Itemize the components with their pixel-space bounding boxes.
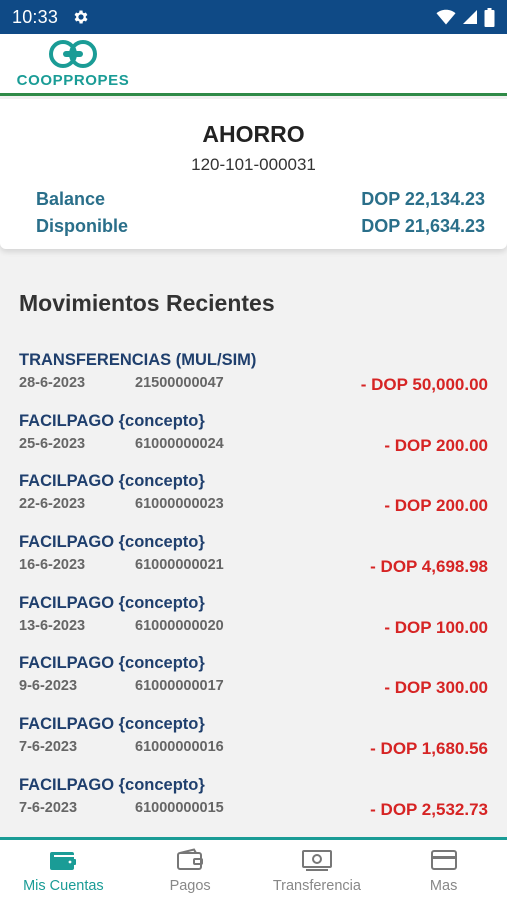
wallet-icon <box>50 852 77 870</box>
transaction-reference: 61000000020 <box>135 617 224 634</box>
nav-mis-cuentas[interactable]: Mis Cuentas <box>0 840 127 900</box>
transaction-amount: - DOP 1,680.56 <box>370 739 488 759</box>
nav-label: Mas <box>429 878 458 894</box>
nav-label: Pagos <box>169 878 211 894</box>
transaction-reference: 61000000024 <box>135 435 224 452</box>
logo-text: COOPPROPES <box>16 72 130 89</box>
nav-mas[interactable]: Mas <box>380 840 507 900</box>
transaction-date: 9-6-2023 <box>19 678 78 695</box>
transaction-amount: - DOP 200.00 <box>384 496 488 516</box>
transaction-amount: - DOP 4,698.98 <box>370 557 488 577</box>
transaction-reference: 61000000023 <box>135 496 224 513</box>
nav-pagos[interactable]: Pagos <box>127 840 254 900</box>
transaction-amount: - DOP 100.00 <box>384 617 488 637</box>
cell-signal-icon <box>463 10 477 24</box>
nav-label: Transferencia <box>272 878 361 894</box>
transaction-row[interactable]: FACILPAGO {concepto} 9-6-2023 6100000001… <box>0 653 507 714</box>
status-bar: 10:33 <box>0 0 507 34</box>
transaction-reference: 61000000015 <box>135 799 224 816</box>
app-header: COOPPROPES <box>0 34 507 96</box>
transaction-amount: - DOP 2,532.73 <box>370 799 488 819</box>
nav-transferencia[interactable]: Transferencia <box>254 840 381 900</box>
transaction-row[interactable]: TRANSFERENCIAS (MUL/SIM) 28-6-2023 21500… <box>0 350 507 411</box>
account-summary-card[interactable]: AHORRO 120-101-000031 Balance DOP 22,134… <box>0 99 507 249</box>
status-indicators <box>436 7 495 27</box>
transaction-title: FACILPAGO {concepto} <box>19 654 205 673</box>
balance-value: DOP 22,134.23 <box>361 189 485 209</box>
transaction-title: FACILPAGO {concepto} <box>19 533 205 552</box>
transaction-date: 22-6-2023 <box>19 496 86 513</box>
transaction-amount: - DOP 50,000.00 <box>360 375 488 394</box>
transaction-list: TRANSFERENCIAS (MUL/SIM) 28-6-2023 21500… <box>0 350 507 836</box>
transaction-title: FACILPAGO {concepto} <box>19 411 205 430</box>
transaction-row[interactable]: FACILPAGO {concepto} 22-6-2023 610000000… <box>0 471 507 532</box>
wifi-icon <box>436 9 456 25</box>
settings-gear-icon <box>74 10 88 24</box>
wallet-outline-icon <box>177 848 204 870</box>
transaction-title: FACILPAGO {concepto} <box>19 715 205 734</box>
transaction-amount: - DOP 300.00 <box>384 678 488 698</box>
status-time: 10:33 <box>12 6 59 27</box>
account-type: AHORRO <box>202 121 305 147</box>
available-label: Disponible <box>36 216 129 236</box>
coopropes-logo[interactable]: COOPPROPES <box>14 38 132 92</box>
transaction-date: 13-6-2023 <box>19 617 86 634</box>
recent-movements-title: Movimientos Recientes <box>19 290 275 316</box>
transaction-row[interactable]: FACILPAGO {concepto} 13-6-2023 610000000… <box>0 593 507 654</box>
transaction-reference: 61000000017 <box>135 678 224 695</box>
bottom-navigation: Mis Cuentas Pagos Transferencia Mas <box>0 840 507 900</box>
card-icon <box>430 850 457 870</box>
transaction-row[interactable]: FACILPAGO {concepto} 16-6-2023 610000000… <box>0 532 507 593</box>
transaction-title: FACILPAGO {concepto} <box>19 775 205 794</box>
money-icon <box>301 850 332 871</box>
battery-icon <box>484 7 495 27</box>
transaction-row[interactable]: FACILPAGO {concepto} 7-6-2023 6100000001… <box>0 714 507 775</box>
transaction-amount: - DOP 200.00 <box>384 435 488 455</box>
transaction-title: FACILPAGO {concepto} <box>19 593 205 612</box>
transaction-row[interactable]: FACILPAGO {concepto} 7-6-2023 6100000001… <box>0 775 507 836</box>
logo-mark-icon <box>49 40 97 68</box>
available-value: DOP 21,634.23 <box>361 216 485 236</box>
balance-label: Balance <box>36 189 106 209</box>
transaction-reference: 21500000047 <box>135 375 224 391</box>
transaction-row[interactable]: FACILPAGO {concepto} 25-6-2023 610000000… <box>0 411 507 472</box>
transaction-date: 16-6-2023 <box>19 557 86 574</box>
account-number: 120-101-000031 <box>191 155 316 174</box>
transaction-date: 7-6-2023 <box>19 799 78 816</box>
transaction-date: 28-6-2023 <box>19 375 86 391</box>
transaction-date: 25-6-2023 <box>19 435 86 452</box>
transaction-title: FACILPAGO {concepto} <box>19 472 205 491</box>
transaction-reference: 61000000021 <box>135 557 224 574</box>
transaction-date: 7-6-2023 <box>19 739 78 756</box>
nav-label: Mis Cuentas <box>23 878 104 894</box>
transaction-title: TRANSFERENCIAS (MUL/SIM) <box>19 351 257 369</box>
transaction-reference: 61000000016 <box>135 739 224 756</box>
